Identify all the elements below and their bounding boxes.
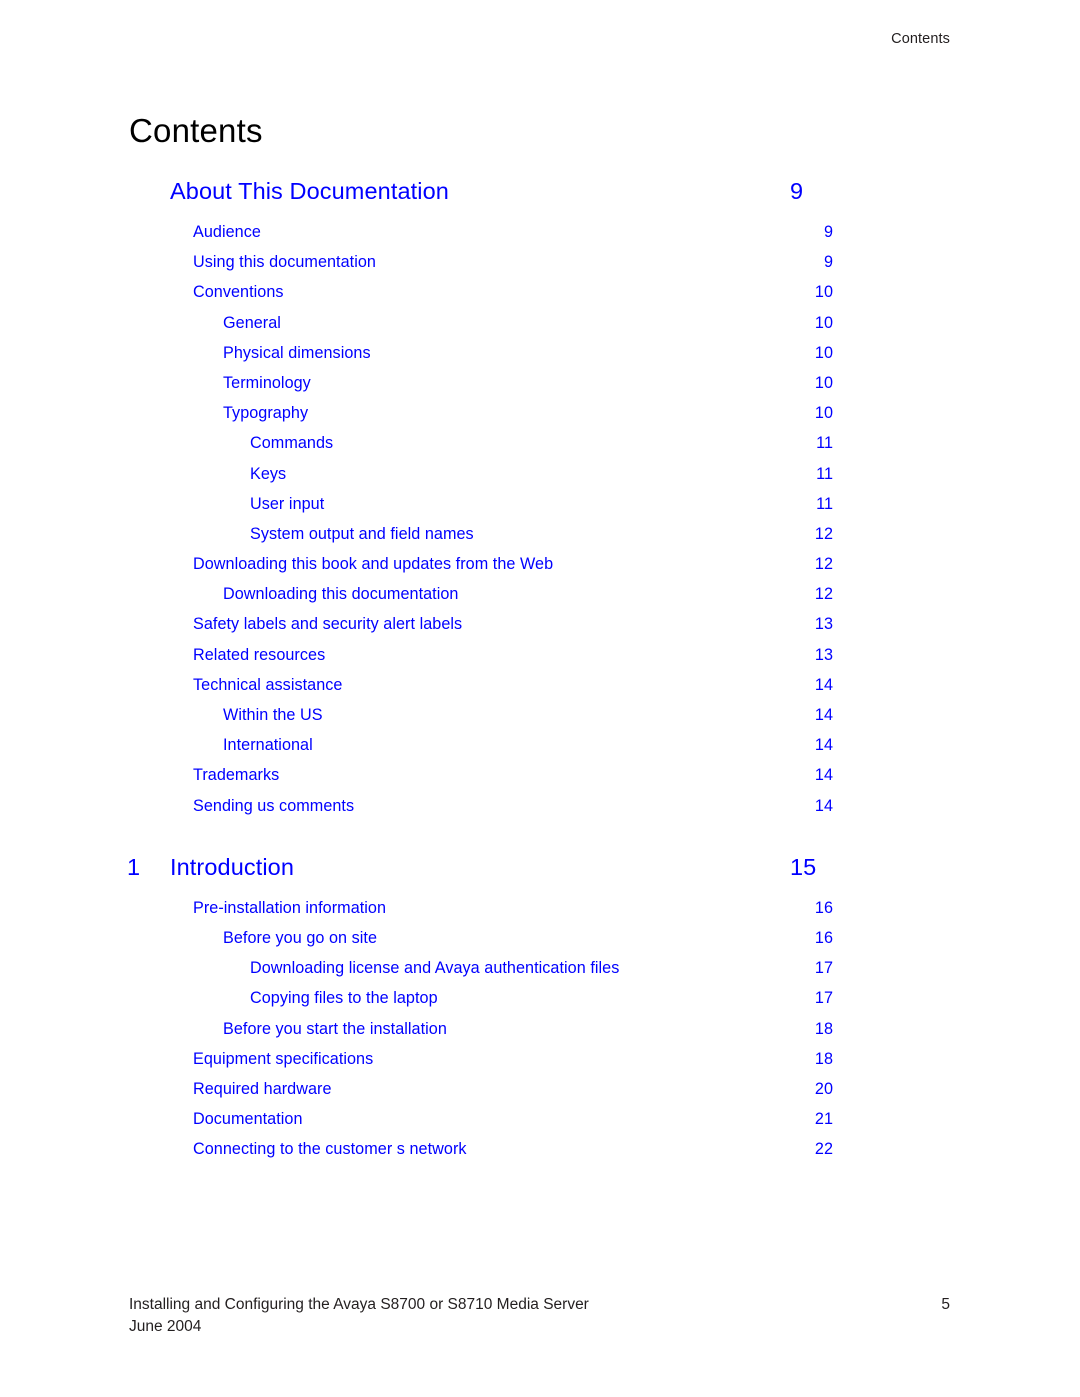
toc-entry-page-number: 11: [816, 494, 833, 513]
toc-entry-page-number: 21: [814, 1110, 833, 1129]
toc-entry[interactable]: Trademarks 14: [0, 766, 1080, 796]
toc-entry[interactable]: Required hardware 20: [0, 1080, 1080, 1110]
toc-chapter-page-number: 9: [790, 178, 804, 204]
toc-entry[interactable]: Equipment specifications 18: [0, 1050, 1080, 1080]
toc-chapter-entry[interactable]: 1 Introduction 15: [0, 852, 1080, 899]
toc-entry[interactable]: Using this documentation 9: [0, 253, 1080, 283]
toc-entry-page-number: 12: [814, 524, 833, 543]
toc-entry[interactable]: Audience 9: [0, 223, 1080, 253]
toc-entry-page-number: 16: [814, 898, 833, 917]
toc-entry-page-number: 9: [823, 253, 833, 272]
toc-entry[interactable]: Typography 10: [0, 404, 1080, 434]
toc-entry-page-number: 17: [814, 989, 833, 1008]
toc-entry[interactable]: Connecting to the customer s network 22: [0, 1140, 1080, 1170]
toc-entry[interactable]: Before you go on site 16: [0, 929, 1080, 959]
toc-entry-page-number: 11: [816, 464, 833, 483]
table-of-contents: About This Documentation 9 Audience 9 Using …: [0, 176, 1080, 1170]
toc-entry-page-number: 10: [814, 373, 833, 392]
toc-entry[interactable]: Before you start the installation 18: [0, 1020, 1080, 1050]
toc-entry[interactable]: Downloading this documentation 12: [0, 585, 1080, 615]
toc-entry[interactable]: User input 11: [0, 495, 1080, 525]
toc-entry-page-number: 17: [814, 959, 833, 978]
toc-entry[interactable]: Sending us comments 14: [0, 797, 1080, 827]
page-footer: Installing and Configuring the Avaya S87…: [129, 1294, 950, 1338]
toc-entry[interactable]: Safety labels and security alert labels 1…: [0, 615, 1080, 645]
footer-page-number: 5: [941, 1296, 950, 1313]
toc-entry[interactable]: Conventions 10: [0, 283, 1080, 313]
toc-entry-page-number: 14: [814, 675, 833, 694]
toc-entry-page-number: 10: [814, 283, 833, 302]
toc-entry-page-number: 22: [814, 1140, 833, 1159]
toc-entry-page-number: 10: [814, 343, 833, 362]
toc-chapter-entry[interactable]: About This Documentation 9: [0, 176, 1080, 223]
toc-chapter-number: 1: [127, 853, 141, 880]
toc-entry-page-number: 10: [814, 404, 833, 423]
toc-entry-page-number: 18: [814, 1019, 833, 1038]
toc-entry[interactable]: Downloading license and Avaya authentica…: [0, 959, 1080, 989]
toc-entry[interactable]: Technical assistance 14: [0, 676, 1080, 706]
toc-entry-page-number: 14: [814, 736, 833, 755]
toc-entry-page-number: 13: [814, 615, 833, 634]
toc-entry[interactable]: Related resources 13: [0, 646, 1080, 676]
running-header: Contents: [891, 31, 950, 47]
toc-entry-page-number: 16: [814, 928, 833, 947]
toc-entry[interactable]: Physical dimensions 10: [0, 344, 1080, 374]
toc-entry[interactable]: Keys 11: [0, 465, 1080, 495]
toc-entry[interactable]: International 14: [0, 736, 1080, 766]
toc-entry-page-number: 18: [814, 1049, 833, 1068]
footer-book-title: Installing and Configuring the Avaya S87…: [129, 1296, 589, 1313]
toc-entry-page-number: 20: [814, 1079, 833, 1098]
toc-entry-page-number: 11: [816, 434, 833, 453]
toc-entry-page-number: 14: [814, 766, 833, 785]
toc-entry[interactable]: General 10: [0, 314, 1080, 344]
page-title: Contents: [129, 112, 263, 149]
toc-entry-page-number: 14: [814, 706, 833, 724]
toc-entry[interactable]: Copying files to the laptop 17: [0, 989, 1080, 1019]
toc-entry[interactable]: Downloading this book and updates from t…: [0, 555, 1080, 585]
toc-entry-page-number: 13: [814, 645, 833, 664]
toc-entry[interactable]: Terminology 10: [0, 374, 1080, 404]
toc-entry[interactable]: Pre-installation information 16: [0, 899, 1080, 929]
toc-entry[interactable]: System output and field names 12: [0, 525, 1080, 555]
toc-entry[interactable]: Commands 11: [0, 434, 1080, 464]
toc-chapter-page-number: 15: [790, 853, 817, 880]
document-page: Contents Contents About This Documentati…: [0, 0, 1080, 1397]
toc-entry[interactable]: Documentation 21: [0, 1110, 1080, 1140]
toc-chapter-label: About This Documentation: [170, 178, 449, 204]
toc-chapter-label: Introduction: [170, 853, 295, 880]
toc-entry-page-number: 10: [814, 313, 833, 332]
toc-entry[interactable]: Within the US 14: [0, 706, 1080, 736]
footer-date: June 2004: [129, 1318, 202, 1335]
toc-entry-page-number: 9: [823, 223, 833, 241]
toc-entry-page-number: 12: [814, 585, 833, 604]
toc-entry-page-number: 14: [814, 796, 833, 815]
toc-spacer: [0, 827, 1080, 852]
toc-entry-page-number: 12: [814, 555, 833, 574]
